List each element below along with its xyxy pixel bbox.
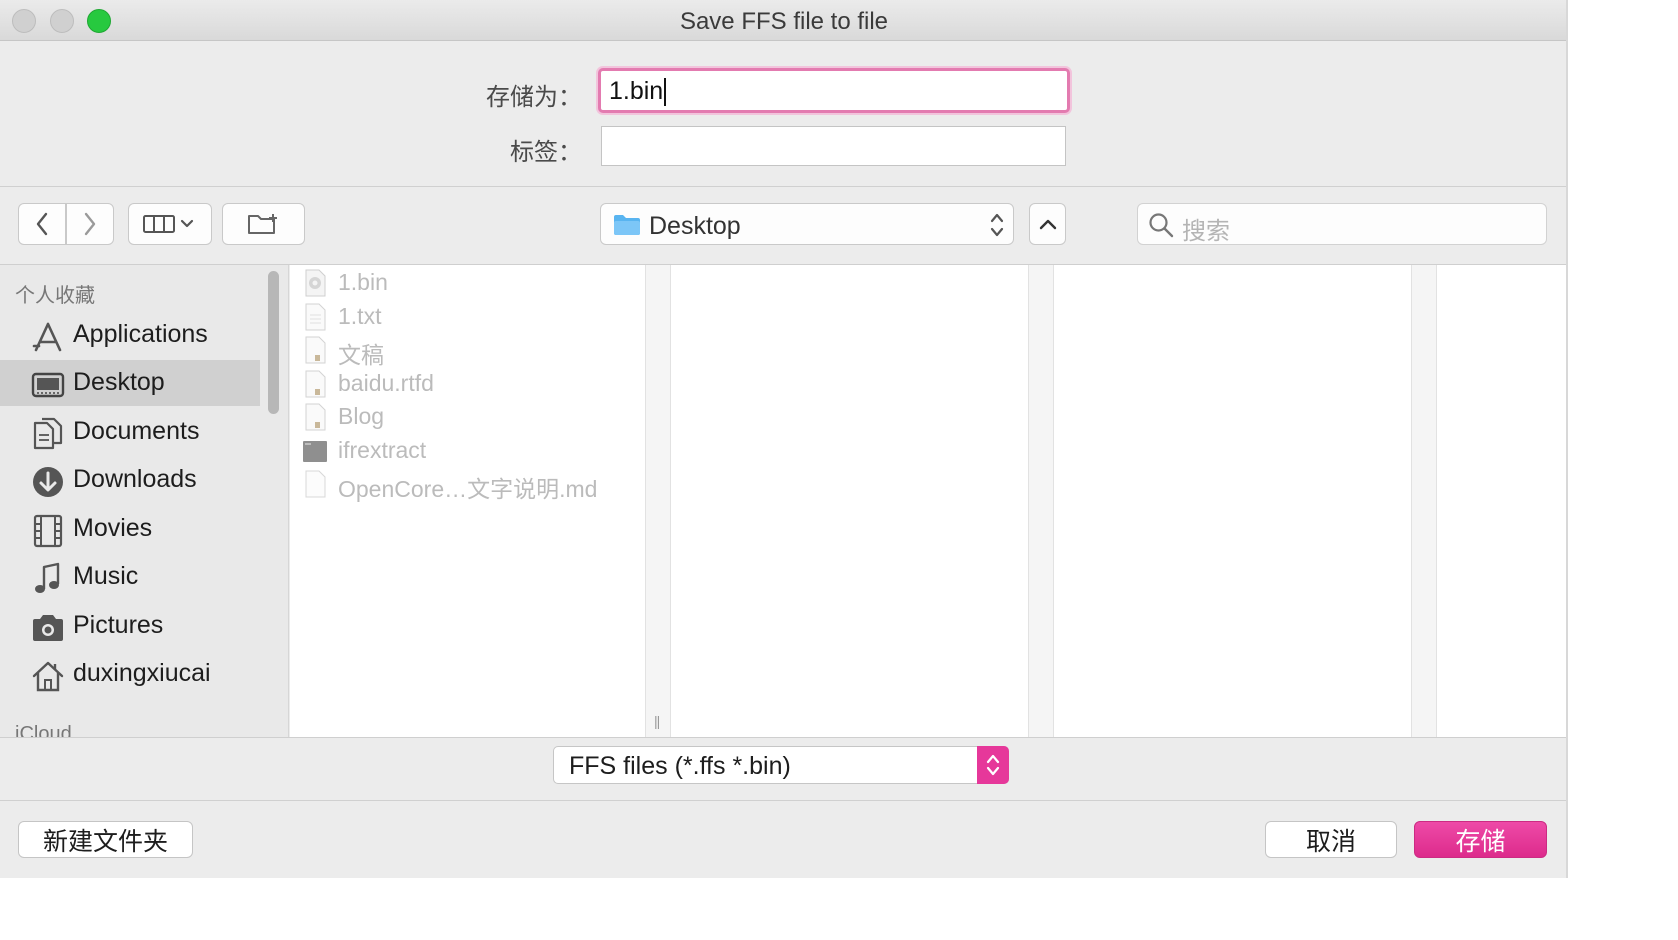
file-name: baidu.rtfd (338, 370, 434, 396)
documents-icon (33, 417, 63, 450)
sidebar-item-label: Downloads (73, 465, 197, 493)
file-browser: 1.bin 1.txt 文稿 baidu.rtfd Blog ifrextrac… (290, 265, 1568, 737)
file-name: 文稿 (338, 342, 384, 368)
home-icon (32, 661, 64, 692)
desktop-icon (31, 372, 65, 398)
file-item[interactable]: ifrextract (302, 434, 632, 467)
chevron-left-icon (36, 212, 48, 236)
folder-icon (614, 215, 640, 235)
file-name: 1.bin (338, 269, 388, 295)
sidebar: 个人收藏 Applications Desktop Documents Down… (0, 265, 289, 737)
sidebar-item-documents[interactable]: Documents (0, 409, 260, 455)
document-file-icon (305, 403, 326, 431)
music-icon (35, 562, 60, 593)
forward-button[interactable] (66, 203, 114, 245)
sidebar-item-label: Music (73, 562, 139, 590)
divider (0, 737, 1568, 738)
file-format-label: FFS files (*.ffs *.bin) (569, 752, 791, 780)
text-caret (664, 78, 667, 107)
cancel-button[interactable]: 取消 (1265, 821, 1397, 858)
save-as-value: 1.bin (609, 77, 664, 105)
sidebar-item-downloads[interactable]: Downloads (0, 457, 260, 503)
file-name: ifrextract (338, 437, 427, 463)
file-format-popup[interactable]: FFS files (*.ffs *.bin) (553, 746, 1009, 784)
sidebar-item-label: Desktop (73, 368, 165, 396)
file-item[interactable]: Blog (302, 400, 632, 433)
column-divider[interactable] (645, 265, 671, 737)
save-button[interactable]: 存储 (1414, 821, 1547, 858)
file-item[interactable]: 文稿 (302, 333, 632, 368)
chevron-up-icon (1039, 219, 1056, 230)
file-name: Blog (338, 403, 385, 429)
sidebar-item-music[interactable]: Music (0, 554, 260, 600)
new-folder-button[interactable]: 新建文件夹 (18, 821, 193, 858)
file-name: OpenCore…文字说明.md (338, 476, 598, 502)
background-desktop (1568, 0, 1678, 940)
sidebar-item-label: Movies (73, 514, 153, 542)
document-file-icon (305, 336, 326, 364)
search-field[interactable]: 搜索 (1137, 203, 1547, 245)
new-folder-toolbar-button[interactable] (222, 203, 305, 245)
window-title: Save FFS file to file (679, 8, 889, 35)
save-as-input[interactable]: 1.bin (598, 68, 1070, 113)
sidebar-section-icloud: iCloud (15, 723, 72, 737)
search-placeholder: 搜索 (1182, 218, 1230, 245)
view-mode-button[interactable] (128, 203, 212, 245)
location-label: Desktop (649, 212, 741, 240)
text-file-icon (305, 303, 326, 331)
file-format-stepper[interactable] (977, 746, 1009, 784)
column-divider[interactable] (1028, 265, 1054, 737)
blank-file-icon (305, 470, 326, 498)
updown-arrows-icon (990, 213, 1004, 237)
tags-label: 标签： (510, 139, 582, 166)
sidebar-item-movies[interactable]: Movies (0, 506, 260, 552)
sidebar-item-label: duxingxiucai (73, 659, 211, 687)
search-icon (1149, 213, 1174, 238)
pictures-icon (33, 615, 63, 641)
new-folder-icon (247, 214, 277, 234)
updown-arrows-icon (986, 754, 1000, 776)
sidebar-item-home[interactable]: duxingxiucai (0, 651, 260, 697)
divider (0, 800, 1568, 801)
sidebar-section-favorites: 个人收藏 (15, 285, 95, 307)
applications-icon (32, 322, 62, 352)
columns-view-icon (143, 215, 194, 233)
collapse-button[interactable] (1029, 203, 1066, 245)
sidebar-item-applications[interactable]: Applications (0, 312, 260, 358)
column-divider[interactable] (1411, 265, 1437, 737)
sidebar-item-label: Documents (73, 417, 200, 445)
sidebar-item-label: Pictures (73, 611, 164, 639)
background-desktop-bottom (0, 878, 1678, 940)
downloads-icon (33, 467, 63, 497)
column-resize-grip[interactable]: || (654, 713, 660, 729)
file-name: 1.txt (338, 303, 382, 329)
sidebar-item-label: Applications (73, 320, 208, 348)
divider (0, 186, 1568, 187)
file-item[interactable]: 1.txt (302, 300, 632, 333)
back-button[interactable] (18, 203, 66, 245)
location-popup[interactable]: Desktop (600, 203, 1014, 245)
movies-icon (33, 514, 63, 548)
sidebar-item-desktop[interactable]: Desktop (0, 360, 260, 406)
binary-file-icon (305, 269, 326, 297)
rtfd-file-icon (305, 370, 326, 398)
chevron-right-icon (84, 212, 96, 236)
executable-file-icon (303, 441, 327, 462)
window-edge (1566, 0, 1568, 878)
tags-input[interactable] (601, 126, 1066, 166)
save-dialog: Save FFS file to file 存储为： 1.bin 标签： Des (0, 0, 1568, 878)
title-bar: Save FFS file to file (0, 0, 1568, 41)
sidebar-scrollbar[interactable] (268, 271, 279, 414)
save-as-label: 存储为： (486, 84, 582, 111)
sidebar-item-pictures[interactable]: Pictures (0, 603, 260, 649)
file-item[interactable]: 1.bin (302, 266, 632, 299)
file-item[interactable]: baidu.rtfd (302, 367, 632, 400)
file-item[interactable]: OpenCore…文字说明.md (302, 467, 632, 502)
